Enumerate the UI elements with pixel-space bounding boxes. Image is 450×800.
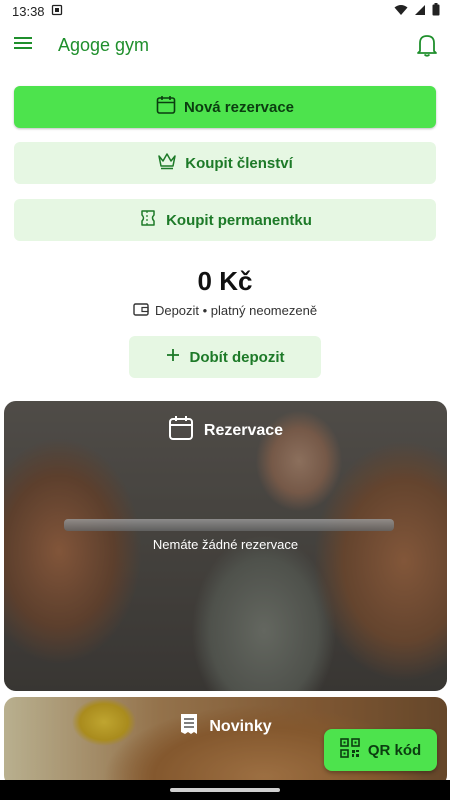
screenshot-icon bbox=[51, 4, 63, 19]
status-bar: 13:38 bbox=[0, 0, 450, 22]
signal-icon bbox=[414, 4, 426, 19]
menu-icon[interactable] bbox=[14, 36, 32, 55]
home-gesture-handle[interactable] bbox=[170, 788, 280, 792]
plus-icon bbox=[166, 348, 180, 366]
app-bar: Agoge gym bbox=[0, 22, 450, 68]
reservations-card[interactable]: Rezervace Nemáte žádné rezervace bbox=[4, 401, 447, 691]
topup-deposit-button[interactable]: Dobít depozit bbox=[129, 336, 321, 378]
qr-code-icon bbox=[340, 738, 360, 762]
reservations-card-title: Rezervace bbox=[203, 421, 284, 439]
deposit-label: Depozit • platný neomezeně bbox=[154, 303, 318, 318]
calendar-icon bbox=[156, 95, 176, 119]
news-card-title: Novinky bbox=[209, 717, 272, 735]
buy-pass-button[interactable]: Koupit permanentku bbox=[14, 199, 436, 241]
buy-membership-label: Koupit členství bbox=[185, 154, 293, 172]
qr-code-button[interactable]: QR kód bbox=[324, 729, 437, 771]
reservations-card-header: Rezervace bbox=[4, 415, 447, 446]
deposit-info: Depozit • platný neomezeně bbox=[0, 302, 450, 319]
new-reservation-button[interactable]: Nová rezervace bbox=[14, 86, 436, 128]
deposit-amount: 0 Kč bbox=[197, 266, 253, 296]
system-navigation-bar bbox=[0, 780, 450, 800]
buy-pass-label: Koupit permanentku bbox=[166, 211, 312, 229]
calendar-icon bbox=[168, 415, 194, 446]
no-reservations-text: Nemáte žádné rezervace bbox=[152, 537, 299, 552]
new-reservation-label: Nová rezervace bbox=[183, 98, 295, 116]
ticket-icon bbox=[138, 208, 158, 232]
qr-code-label: QR kód bbox=[367, 741, 422, 759]
wifi-icon bbox=[394, 4, 408, 19]
newspaper-icon bbox=[179, 713, 199, 740]
battery-icon bbox=[432, 3, 440, 19]
app-title: Agoge gym bbox=[58, 34, 150, 55]
topup-label: Dobít depozit bbox=[189, 348, 285, 366]
wallet-icon bbox=[133, 302, 149, 319]
status-time: 13:38 bbox=[12, 3, 45, 19]
crown-icon bbox=[157, 152, 177, 174]
bell-icon[interactable] bbox=[416, 33, 438, 57]
buy-membership-button[interactable]: Koupit členství bbox=[14, 142, 436, 184]
barbell-decoration bbox=[64, 519, 394, 531]
